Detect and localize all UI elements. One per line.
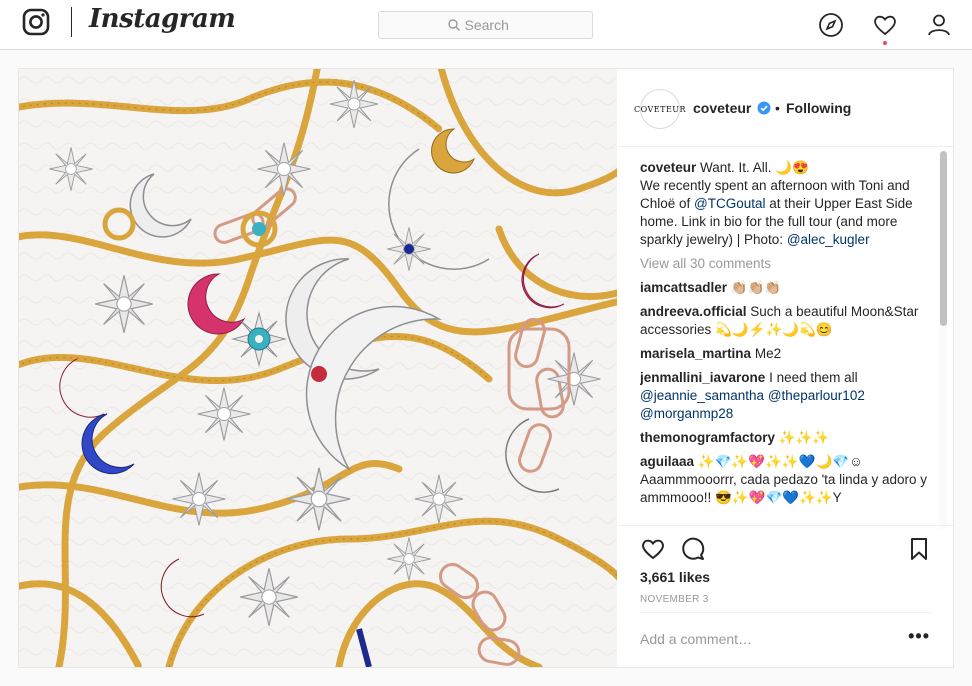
- comment-author[interactable]: aguilaaa: [640, 454, 694, 469]
- add-comment-bar: •••: [640, 612, 932, 667]
- following-button[interactable]: Following: [786, 100, 851, 116]
- post-sidebar: COVETEUR coveteur • Following coveteur W…: [618, 69, 953, 667]
- add-comment-input[interactable]: [640, 631, 890, 647]
- comment-author[interactable]: jenmallini_iavarone: [640, 370, 765, 385]
- search-box[interactable]: [378, 11, 593, 39]
- comment-text: ✨✨✨: [775, 430, 830, 445]
- comments-scrollbar-thumb[interactable]: [940, 151, 947, 326]
- top-navigation-bar: Instagram: [0, 0, 972, 50]
- post-date: NOVEMBER 3: [640, 594, 709, 605]
- profile-icon[interactable]: [926, 12, 952, 38]
- likes-count[interactable]: 3,661 likes: [640, 569, 710, 585]
- jewelry-photo-illustration: [19, 69, 617, 667]
- bookmark-icon[interactable]: [906, 536, 932, 562]
- instagram-wordmark[interactable]: Instagram: [89, 4, 236, 34]
- comments-list: coveteur Want. It. All. 🌙😍 We recently s…: [640, 159, 930, 524]
- comment-author[interactable]: themonogramfactory: [640, 430, 775, 445]
- like-heart-icon[interactable]: [640, 536, 666, 562]
- post-photo[interactable]: [19, 69, 617, 667]
- author-avatar[interactable]: COVETEUR: [634, 89, 686, 129]
- mention-link[interactable]: @TCGoutal: [694, 196, 765, 211]
- comment-item: themonogramfactory ✨✨✨: [640, 429, 930, 447]
- comment-item: andreeva.official Such a beautiful Moon&…: [640, 303, 930, 339]
- follow-separator: •: [775, 100, 780, 116]
- instagram-logo-icon[interactable]: [22, 8, 50, 36]
- comment-text: I need them all: [765, 370, 858, 385]
- post-card: COVETEUR coveteur • Following coveteur W…: [18, 68, 954, 668]
- notification-dot: [883, 41, 887, 45]
- comment-item: marisela_martina Me2: [640, 345, 930, 363]
- comment-author[interactable]: iamcattsadler: [640, 280, 727, 295]
- comment-item: iamcattsadler 👏🏼👏🏼👏🏼: [640, 279, 930, 297]
- comment-bubble-icon[interactable]: [680, 536, 706, 562]
- verified-badge-icon: [757, 101, 771, 115]
- heart-icon[interactable]: [872, 12, 898, 38]
- mention-link[interactable]: @jeannie_samantha: [640, 388, 764, 403]
- view-all-comments-link[interactable]: View all 30 comments: [640, 255, 930, 273]
- mention-link[interactable]: @alec_kugler: [787, 232, 870, 247]
- explore-compass-icon[interactable]: [818, 12, 844, 38]
- caption-text: Want. It. All. 🌙😍: [696, 160, 809, 175]
- mention-link[interactable]: @theparlour102: [768, 388, 865, 403]
- post-header: COVETEUR coveteur • Following: [618, 69, 953, 147]
- mention-link[interactable]: @morganmp28: [640, 406, 733, 421]
- comment-text: 👏🏼👏🏼👏🏼: [727, 280, 782, 295]
- comment-text: Me2: [751, 346, 782, 361]
- search-icon: [447, 19, 460, 31]
- comment-item: aguilaaa ✨💎✨💖✨✨💙🌙💎☺ Aaammmooorrr, cada p…: [640, 453, 930, 507]
- comment-author[interactable]: marisela_martina: [640, 346, 751, 361]
- comment-item: jenmallini_iavarone I need them all @jea…: [640, 369, 930, 423]
- comment-author[interactable]: andreeva.official: [640, 304, 747, 319]
- search-input[interactable]: [464, 17, 525, 33]
- caption-author[interactable]: coveteur: [640, 160, 696, 175]
- logo-divider: [71, 7, 72, 37]
- post-caption: coveteur Want. It. All. 🌙😍 We recently s…: [640, 159, 930, 249]
- author-handle[interactable]: coveteur: [693, 100, 751, 116]
- post-actions: [618, 525, 953, 565]
- more-options-button[interactable]: •••: [908, 626, 930, 647]
